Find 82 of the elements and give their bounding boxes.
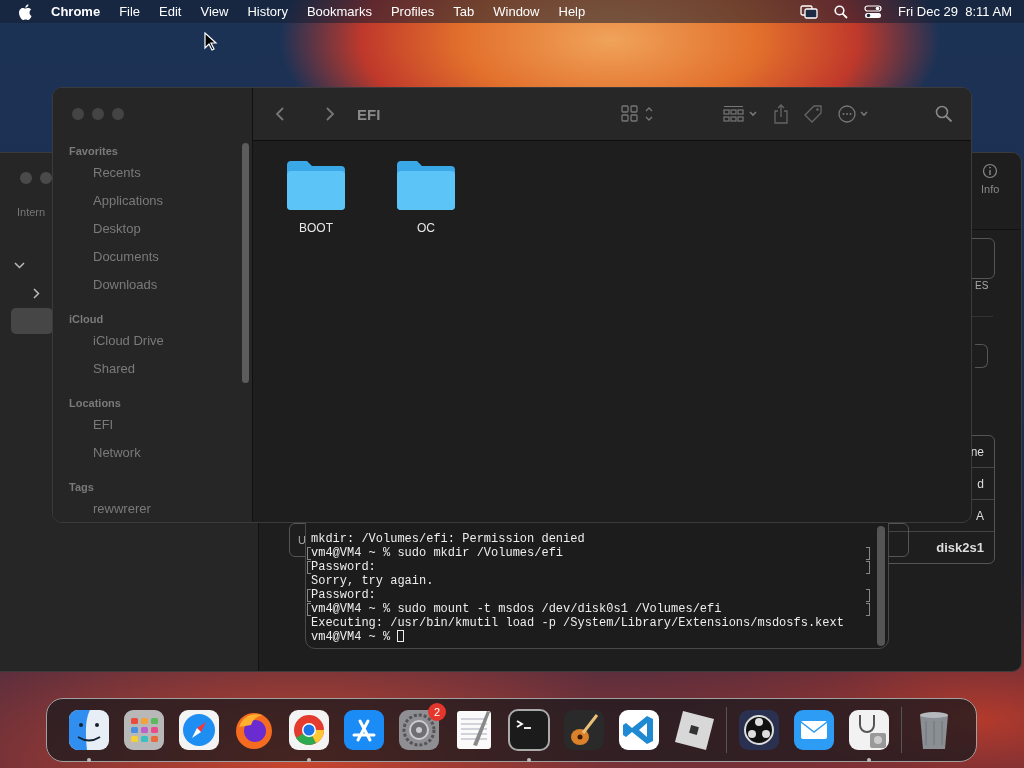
guitar-icon — [561, 707, 607, 753]
sidebar-item[interactable]: Shared — [53, 355, 252, 383]
sidebar-item[interactable]: EFI — [53, 411, 252, 439]
folder-item[interactable]: OC — [391, 159, 461, 235]
share-button[interactable] — [773, 104, 789, 124]
usage-label: U — [298, 534, 306, 546]
panel-caption: ES — [975, 280, 989, 291]
dock-app-button[interactable] — [561, 707, 607, 753]
sidebar-item[interactable]: Network — [53, 439, 252, 467]
sidebar-item[interactable]: Documents — [53, 243, 252, 271]
table-cell-text: ne — [969, 443, 985, 461]
more-button[interactable] — [837, 104, 871, 124]
terminal-line: Executing: /usr/bin/kmutil load -p /System/Library/Extensions/msdosfs.kext — [311, 616, 845, 630]
menu-item[interactable]: Help — [558, 4, 586, 19]
menu-item[interactable]: File — [119, 4, 141, 19]
panel-field — [975, 344, 988, 368]
dock-app-button[interactable] — [736, 707, 782, 753]
terminal-prompt-icon — [506, 707, 552, 753]
file-name: BOOT — [299, 221, 333, 235]
view-mode-button[interactable] — [621, 105, 655, 123]
notification-count: 2 — [428, 703, 446, 721]
terminal-line: vm4@VM4 ~ % — [311, 630, 866, 644]
sidebar-section-title: Locations — [68, 396, 122, 411]
ellipsis-circle-icon — [837, 104, 871, 124]
control-center-icon[interactable] — [864, 4, 883, 19]
apple-logo-icon[interactable] — [18, 3, 32, 20]
sidebar-item[interactable]: iCloud Drive — [53, 327, 252, 355]
chevron-right-icon[interactable] — [33, 288, 40, 299]
info-button[interactable]: Info — [981, 163, 1000, 195]
ribbon-icon — [616, 707, 662, 753]
sidebar-item[interactable]: Downloads — [53, 271, 252, 299]
terminal-line: Sorry, try again. — [311, 574, 435, 588]
folder-icon — [286, 159, 346, 211]
letter-a-icon — [341, 707, 387, 753]
sidebar-item[interactable]: Applications — [53, 187, 252, 215]
chevron-down-icon[interactable] — [14, 262, 25, 269]
back-chevron-icon[interactable] — [275, 107, 285, 121]
sidebar-heading: Intern — [17, 206, 46, 218]
menu-item[interactable]: Window — [493, 4, 540, 19]
app-grid-icon — [121, 707, 167, 753]
forward-chevron-icon[interactable] — [325, 107, 335, 121]
sidebar-item[interactable]: rewwrerer — [53, 495, 252, 522]
envelope-icon — [791, 707, 837, 753]
group-button[interactable] — [723, 105, 759, 123]
grouped-grid-icon — [723, 105, 759, 123]
dock-app-button[interactable] — [176, 707, 222, 753]
scroll-bar[interactable] — [242, 143, 249, 383]
menu-item[interactable]: View — [200, 4, 229, 19]
tag-icon — [803, 104, 823, 124]
compass-icon — [176, 707, 222, 753]
app-menu[interactable]: Chrome — [51, 4, 101, 19]
scroll-bar[interactable] — [877, 526, 885, 646]
folder-item[interactable]: BOOT — [281, 159, 351, 235]
menu-item[interactable]: Tab — [453, 4, 475, 19]
menu-item[interactable]: Edit — [159, 4, 182, 19]
sidebar-section-title: Favorites — [68, 144, 119, 159]
window-title: EFI — [357, 105, 382, 123]
icon-grid-icon — [621, 105, 655, 123]
gear-icon — [396, 707, 442, 753]
mouse-pointer-icon — [204, 32, 218, 52]
dock-app-button[interactable] — [121, 707, 167, 753]
dock-app-button[interactable] — [341, 707, 387, 753]
sidebar-section-title: Tags — [68, 480, 95, 495]
screen-mirroring-icon[interactable] — [800, 4, 819, 19]
dock-app-button[interactable] — [616, 707, 662, 753]
sidebar-item[interactable]: Recents — [53, 159, 252, 187]
file-name: OC — [417, 221, 435, 235]
finder-face-icon — [66, 707, 112, 753]
dock-app-button[interactable]: 2 — [396, 707, 442, 753]
menu-bar-clock[interactable]: Fri Dec 29 8:11 AM — [898, 4, 1012, 19]
menu-item[interactable]: Bookmarks — [306, 4, 372, 19]
search-icon[interactable] — [834, 4, 849, 19]
info-icon — [982, 163, 999, 179]
folder-icon — [396, 159, 456, 211]
terminal-line: mkdir: /Volumes/efi: Permission denied — [311, 532, 586, 546]
sidebar-section-title: iCloud — [68, 312, 105, 327]
menu-item[interactable]: History — [247, 4, 288, 19]
tag-button[interactable] — [803, 104, 823, 124]
menu-item[interactable]: Profiles — [390, 4, 435, 19]
sidebar-item[interactable]: Desktop — [53, 215, 252, 243]
share-icon — [773, 104, 789, 124]
dock-app-button[interactable] — [791, 707, 837, 753]
